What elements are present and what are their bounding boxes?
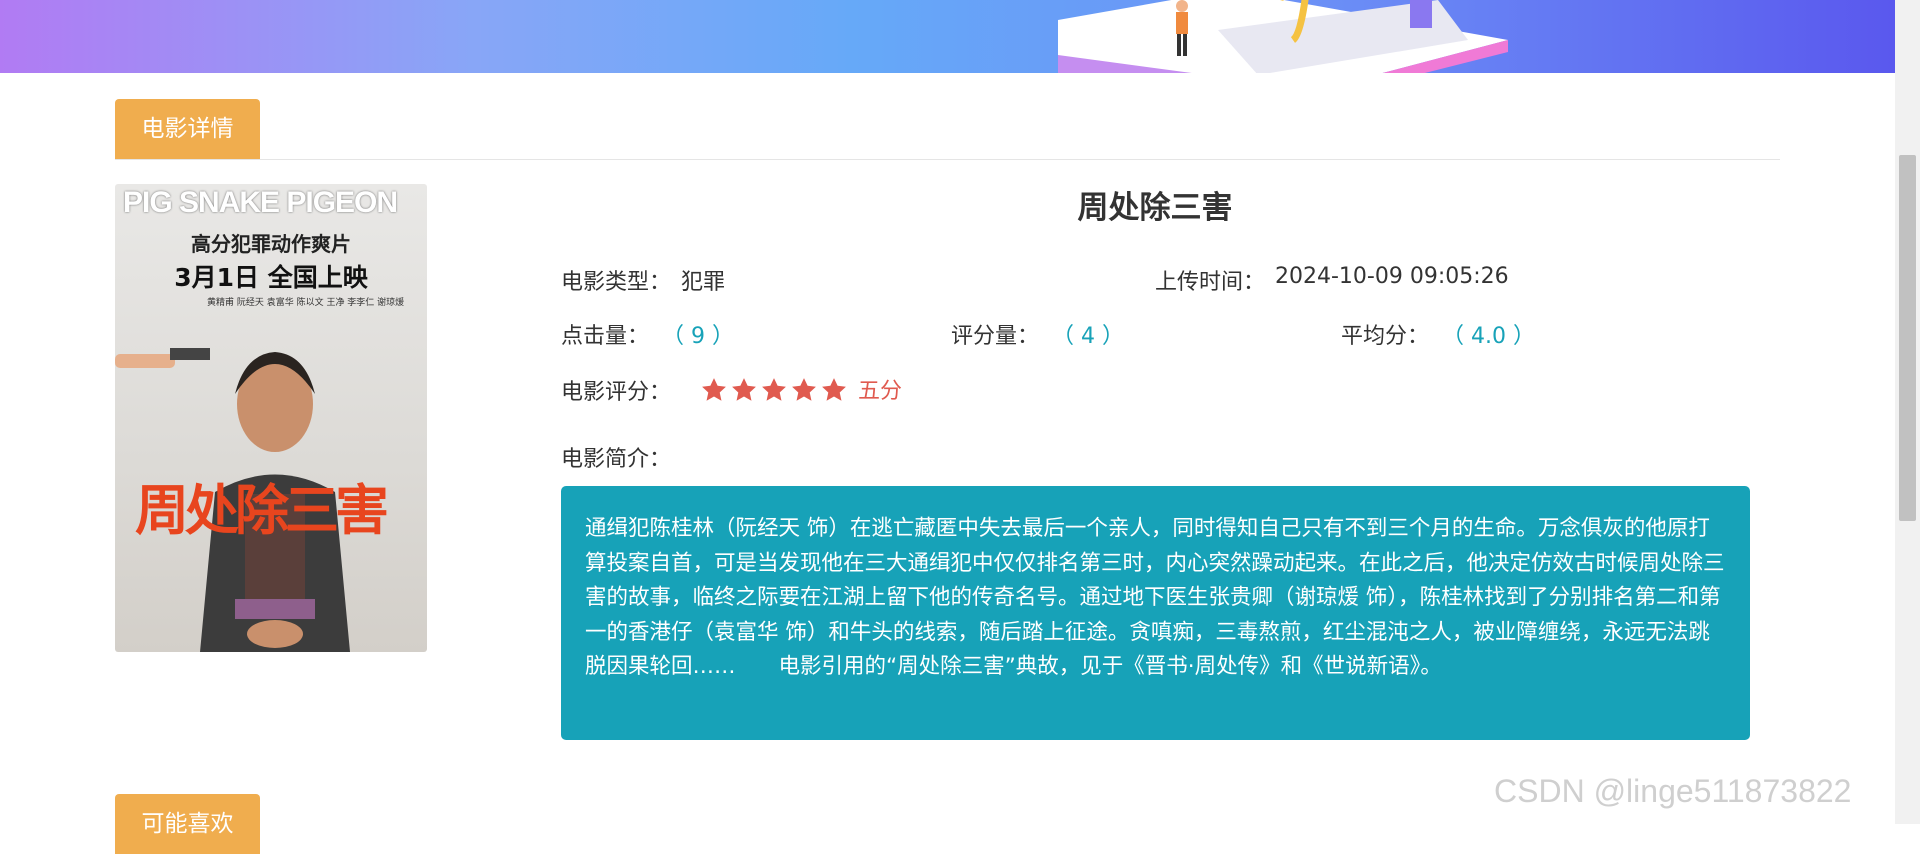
star-icon[interactable]: [820, 376, 848, 404]
type-label: 电影类型：: [561, 270, 672, 295]
average-score-label: 平均分：: [1341, 324, 1430, 349]
upload-time-value: 2024-10-09 09:05:26: [1275, 264, 1509, 289]
ratings-count-value: （ 4 ）: [1052, 324, 1124, 349]
scrollbar-thumb[interactable]: [1899, 155, 1916, 521]
tab-movie-detail[interactable]: 电影详情: [115, 99, 260, 159]
vertical-scrollbar[interactable]: [1895, 0, 1920, 824]
average-score-value: （ 4.0 ）: [1442, 324, 1535, 349]
star-icon[interactable]: [790, 376, 818, 404]
movie-poster: PIG SNAKE PIGEON 高分犯罪动作爽片 3月1日 全国上映 黄精甫 …: [115, 184, 427, 652]
upload-time-label: 上传时间：: [1155, 270, 1266, 295]
tab-recommendations[interactable]: 可能喜欢: [115, 794, 260, 854]
ratings-count-label: 评分量：: [951, 324, 1040, 349]
type-value: 犯罪: [681, 270, 726, 295]
star-icon[interactable]: [760, 376, 788, 404]
clicks-label: 点击量：: [561, 324, 650, 349]
watermark: CSDN @linge511873822: [1494, 773, 1852, 809]
summary-box: 通缉犯陈桂林（阮经天 饰）在逃亡藏匿中失去最后一个亲人，同时得知自己只有不到三个…: [561, 486, 1750, 740]
poster-tagline: 高分犯罪动作爽片: [191, 232, 351, 256]
summary-label: 电影简介：: [561, 447, 672, 472]
poster-title: PIG SNAKE PIGEON: [123, 186, 398, 219]
movie-title: 周处除三害: [1077, 190, 1233, 226]
header-banner: [0, 0, 1895, 73]
star-rating[interactable]: 五分: [700, 373, 902, 405]
rating-label: 电影评分：: [561, 380, 672, 405]
star-icon[interactable]: [730, 376, 758, 404]
banner-illustration: [1058, 0, 1508, 73]
poster-credits: 黄精甫 阮经天 袁富华 陈以文 王净 李李仁 谢琼煖: [207, 298, 405, 308]
rating-text: 五分: [858, 379, 903, 404]
poster-release: 3月1日 全国上映: [174, 263, 368, 292]
star-icon[interactable]: [700, 376, 728, 404]
poster-calligraphy: 周处除三害: [135, 479, 389, 542]
tab-divider: [115, 159, 1780, 160]
clicks-value: （ 9 ）: [662, 324, 734, 349]
